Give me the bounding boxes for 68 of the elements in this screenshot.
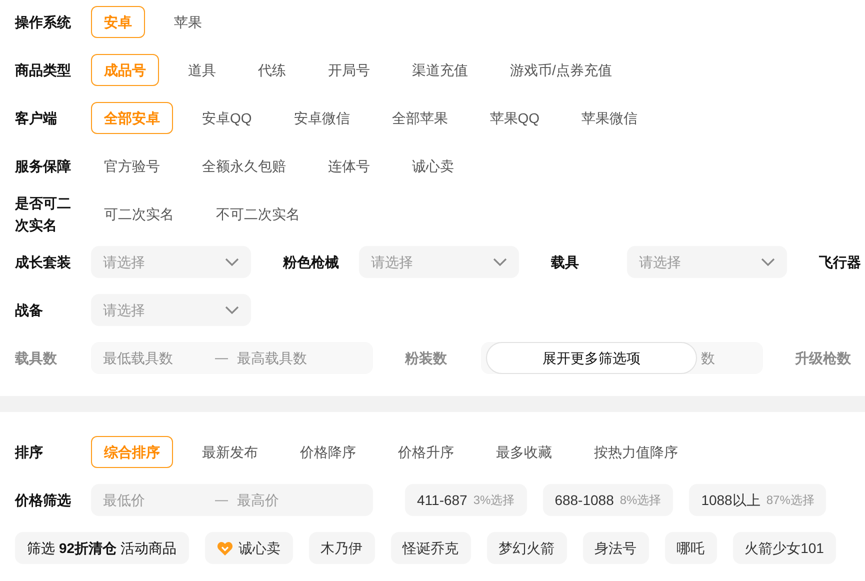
filter-option[interactable]: 价格降序 — [287, 436, 369, 468]
filter-option[interactable]: 苹果QQ — [476, 102, 553, 134]
tag-chip[interactable]: 诚心卖 — [204, 532, 293, 564]
filter-label: 载具数 — [15, 349, 58, 368]
range-field[interactable]: 展开更多筛选项 数 — [481, 342, 763, 374]
filter-label: 升级枪数 — [795, 349, 852, 368]
range-dash: — — [215, 349, 227, 368]
filter-option[interactable]: 渠道充值 — [399, 54, 481, 86]
tag-chip[interactable]: 梦幻火箭 — [486, 532, 567, 564]
price-preset-chip[interactable]: 1088以上 87%选择 — [689, 484, 826, 516]
filter-option[interactable]: 苹果微信 — [568, 102, 651, 134]
filter-label: 战备 — [15, 301, 44, 320]
filter-option[interactable]: 最多收藏 — [483, 436, 565, 468]
filter-option[interactable]: 代练 — [245, 54, 299, 86]
filter-option[interactable]: 安卓微信 — [280, 102, 363, 134]
chevron-down-icon — [225, 258, 239, 266]
filter-option[interactable]: 不可二次实名 — [203, 198, 313, 230]
filter-label: 粉装数 — [405, 349, 448, 368]
heart-icon — [216, 540, 233, 556]
filter-label: 排序 — [15, 443, 44, 462]
filter-label: 粉色枪械 — [283, 253, 340, 272]
max-value-field[interactable]: 最高载具数 — [237, 348, 349, 368]
chevron-down-icon — [225, 306, 239, 314]
filter-option[interactable]: 游戏币/点券充值 — [497, 54, 625, 86]
tag-chip[interactable]: 怪诞乔克 — [390, 532, 471, 564]
selection-share-text: 87%选择 — [766, 492, 814, 509]
price-preset-chip[interactable]: 411-687 3%选择 — [405, 484, 527, 516]
filter-option[interactable]: 安卓QQ — [189, 102, 265, 134]
filter-label: 载具 — [551, 253, 580, 272]
filter-option[interactable]: 官方验号 — [91, 150, 173, 182]
filter-label: 价格筛选 — [15, 491, 72, 510]
filter-label: 商品类型 — [15, 61, 72, 80]
filter-option[interactable]: 最新发布 — [189, 436, 271, 468]
price-range-text: 1088以上 — [701, 490, 760, 510]
filter-option[interactable]: 道具 — [175, 54, 229, 86]
filter-option[interactable]: 按热力值降序 — [581, 436, 691, 468]
selection-share-text: 3%选择 — [473, 492, 515, 509]
chevron-down-icon — [761, 258, 775, 266]
filter-label: 服务保障 — [15, 157, 72, 176]
filter-option[interactable]: 全额永久包赔 — [189, 150, 299, 182]
tag-chip[interactable]: 哪吒 — [664, 532, 717, 564]
tag-chip[interactable]: 身法号 — [582, 532, 649, 564]
filter-option[interactable]: 开局号 — [315, 54, 383, 86]
expand-filters-button[interactable]: 展开更多筛选项 — [486, 342, 697, 374]
filter-option[interactable]: 苹果 — [161, 6, 215, 38]
filter-label: 是否可二次实名 — [15, 194, 72, 235]
filter-option[interactable]: 诚心卖 — [399, 150, 467, 182]
price-range-text: 411-687 — [417, 490, 468, 510]
filter-label: 客户端 — [15, 109, 58, 128]
selection-share-text: 8%选择 — [620, 492, 662, 509]
filter-label: 成长套装 — [15, 253, 72, 272]
max-value-field[interactable]: 数 — [701, 348, 741, 368]
max-value-field[interactable]: 最高价 — [237, 490, 349, 510]
filter-option[interactable]: 价格升序 — [385, 436, 467, 468]
tag-chip[interactable]: 火箭少女101 — [732, 532, 836, 564]
filter-option[interactable]: 可二次实名 — [91, 198, 187, 230]
price-preset-chip[interactable]: 688-1088 8%选择 — [542, 484, 674, 516]
range-dash: — — [215, 491, 227, 510]
filter-label: 操作系统 — [15, 13, 72, 32]
min-value-field[interactable]: 最低价 — [103, 490, 215, 510]
tag-chip[interactable]: 木乃伊 — [308, 532, 375, 564]
chevron-down-icon — [493, 258, 507, 266]
min-value-field[interactable]: 最低载具数 — [103, 348, 215, 368]
price-range-text: 688-1088 — [554, 490, 614, 510]
filter-option[interactable]: 连体号 — [315, 150, 383, 182]
filter-label: 飞行器 — [819, 253, 862, 272]
filter-option[interactable]: 全部苹果 — [378, 102, 461, 134]
promo-filter-chip[interactable]: 筛选 92折清仓 活动商品 — [15, 532, 189, 564]
